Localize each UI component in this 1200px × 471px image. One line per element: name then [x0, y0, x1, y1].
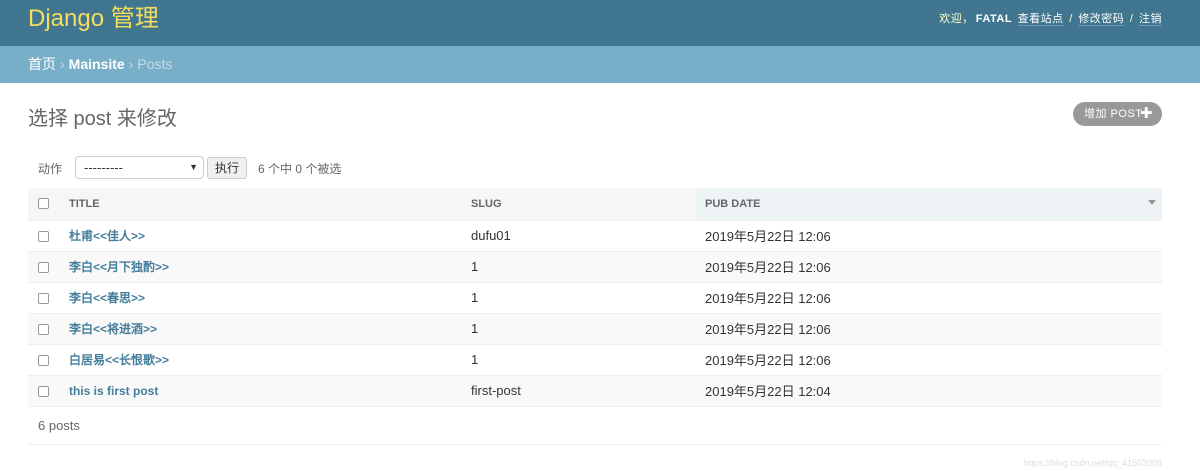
slug-cell: 1 — [461, 313, 695, 345]
row-checkbox-cell — [28, 251, 59, 283]
row-checkbox-cell — [28, 220, 59, 252]
title-cell: 李白<<月下独酌>> — [59, 251, 461, 283]
breadcrumb-home[interactable]: 首页 — [28, 56, 56, 72]
table-row: this is first post first-post 2019年5月22日… — [28, 375, 1162, 407]
row-checkbox[interactable] — [38, 355, 49, 367]
row-checkbox[interactable] — [38, 231, 49, 243]
watermark: https://blog.csdn.net/qq_41502009 — [1023, 458, 1162, 468]
welcome-text: 欢迎， — [939, 13, 974, 25]
selection-counter: 6 个中 0 个被选 — [258, 162, 342, 176]
pub-date-cell: 2019年5月22日 12:06 — [695, 220, 1162, 252]
slug-cell: 1 — [461, 251, 695, 283]
row-checkbox-cell — [28, 282, 59, 314]
table-row: 李白<<将进酒>> 1 2019年5月22日 12:06 — [28, 313, 1162, 345]
column-header-pub-date[interactable]: PUB DATE — [695, 188, 1162, 221]
row-checkbox-cell — [28, 313, 59, 345]
action-select[interactable]: --------- ▼ — [75, 156, 204, 179]
action-select-value: --------- — [84, 160, 123, 175]
title-cell: 李白<<将进酒>> — [59, 313, 461, 345]
select-all-cell — [28, 188, 59, 221]
table-row: 李白<<月下独酌>> 1 2019年5月22日 12:06 — [28, 251, 1162, 283]
table-row: 白居易<<长恨歌>> 1 2019年5月22日 12:06 — [28, 344, 1162, 376]
post-title-link[interactable]: 杜甫<<佳人>> — [69, 229, 145, 243]
site-header: Django 管理 欢迎， FATAL 查看站点 / 修改密码 / 注销 — [0, 0, 1200, 46]
row-checkbox-cell — [28, 344, 59, 376]
add-post-label: 增加 POST — [1084, 108, 1143, 120]
separator: / — [1129, 13, 1134, 25]
slug-cell: first-post — [461, 375, 695, 407]
run-action-button[interactable]: 执行 — [207, 157, 247, 179]
logout-link[interactable]: 注销 — [1139, 13, 1162, 26]
pub-date-cell: 2019年5月22日 12:06 — [695, 344, 1162, 376]
post-title-link[interactable]: 李白<<春思>> — [69, 291, 145, 305]
actions-label: 动作 — [38, 162, 63, 176]
column-header-slug[interactable]: SLUG — [461, 188, 695, 221]
user-tools: 欢迎， FATAL 查看站点 / 修改密码 / 注销 — [939, 10, 1162, 26]
row-checkbox[interactable] — [38, 386, 49, 398]
username: FATAL — [975, 13, 1013, 25]
pub-date-cell: 2019年5月22日 12:06 — [695, 313, 1162, 345]
column-header-pub-date-label: PUB DATE — [705, 197, 761, 210]
breadcrumb-separator: › — [128, 56, 134, 72]
post-title-link[interactable]: this is first post — [69, 384, 158, 398]
row-checkbox[interactable] — [38, 293, 49, 305]
post-title-link[interactable]: 李白<<月下独酌>> — [69, 260, 169, 274]
title-cell: 李白<<春思>> — [59, 282, 461, 314]
add-post-button[interactable]: 增加 POST ✚ — [1073, 102, 1162, 126]
site-title[interactable]: Django 管理 — [28, 4, 159, 34]
table-row: 杜甫<<佳人>> dufu01 2019年5月22日 12:06 — [28, 220, 1162, 252]
title-cell: this is first post — [59, 375, 461, 407]
breadcrumb-current: Posts — [137, 56, 173, 72]
slug-cell: 1 — [461, 344, 695, 376]
table-header-row: TITLE SLUG PUB DATE — [28, 188, 1162, 221]
slug-cell: 1 — [461, 282, 695, 314]
title-cell: 白居易<<长恨歌>> — [59, 344, 461, 376]
sort-desc-icon[interactable] — [1148, 200, 1156, 205]
breadcrumb-separator: › — [60, 56, 65, 72]
view-site-link[interactable]: 查看站点 — [1017, 13, 1064, 26]
post-title-link[interactable]: 白居易<<长恨歌>> — [69, 353, 169, 367]
row-checkbox[interactable] — [38, 324, 49, 336]
row-checkbox-cell — [28, 375, 59, 407]
page-title: 选择 post 来修改 — [28, 108, 177, 130]
chevron-down-icon: ▼ — [189, 162, 198, 172]
breadcrumb: 首页 › Mainsite › Posts — [0, 46, 1200, 83]
slug-cell: dufu01 — [461, 220, 695, 252]
pub-date-cell: 2019年5月22日 12:06 — [695, 251, 1162, 283]
plus-icon: ✚ — [1139, 105, 1153, 122]
breadcrumb-mainsite[interactable]: Mainsite — [69, 56, 125, 72]
column-header-title[interactable]: TITLE — [59, 188, 461, 221]
actions-bar: 动作 --------- ▼ 执行 6 个中 0 个被选 — [28, 156, 1162, 180]
pub-date-cell: 2019年5月22日 12:04 — [695, 375, 1162, 407]
paginator: 6 posts — [28, 405, 1162, 445]
change-password-link[interactable]: 修改密码 — [1078, 13, 1125, 26]
post-title-link[interactable]: 李白<<将进酒>> — [69, 322, 157, 336]
pub-date-cell: 2019年5月22日 12:06 — [695, 282, 1162, 314]
result-list: TITLE SLUG PUB DATE 杜甫<<佳人>> dufu01 2019… — [28, 188, 1162, 407]
row-checkbox[interactable] — [38, 262, 49, 274]
separator: / — [1069, 13, 1073, 25]
title-cell: 杜甫<<佳人>> — [59, 220, 461, 252]
select-all-checkbox[interactable] — [38, 198, 49, 210]
table-row: 李白<<春思>> 1 2019年5月22日 12:06 — [28, 282, 1162, 314]
